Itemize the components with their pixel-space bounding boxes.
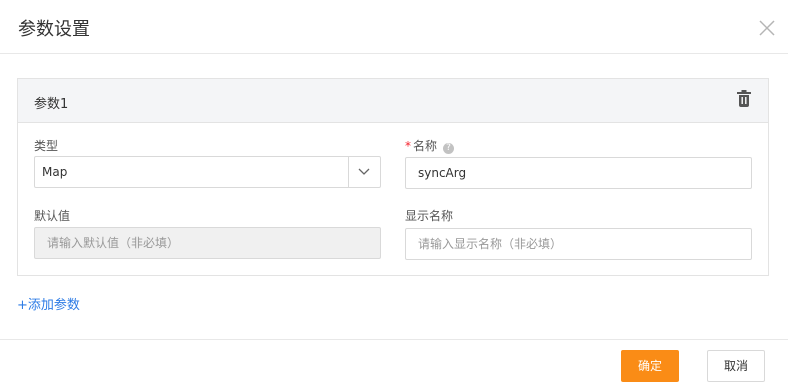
name-label-row: * 名称? xyxy=(405,137,455,154)
type-select[interactable]: Map xyxy=(34,156,381,188)
dialog-header: 参数设置 xyxy=(0,0,788,54)
chevron-down-icon[interactable] xyxy=(348,157,380,187)
required-mark: * xyxy=(405,139,411,153)
footer-divider xyxy=(0,339,788,340)
param-settings-dialog: 参数设置 参数1 类型 Map * 名称 ? syncArg 默认值 请输入默认… xyxy=(0,0,788,391)
dialog-title: 参数设置 xyxy=(18,19,90,40)
display-name-label: 显示名称 xyxy=(405,209,454,223)
default-value-label: 默认值 xyxy=(34,209,71,223)
display-name-input[interactable] xyxy=(405,228,752,260)
param-panel-header: 参数1 xyxy=(18,79,768,123)
close-icon[interactable] xyxy=(758,19,776,37)
default-value-input[interactable] xyxy=(34,227,381,259)
name-label: 名称 xyxy=(413,139,438,153)
add-param-link[interactable]: +添加参数 xyxy=(17,294,80,313)
cancel-button[interactable]: 取消 xyxy=(707,350,765,382)
name-input[interactable] xyxy=(405,157,752,189)
type-select-value: Map xyxy=(42,165,68,179)
trash-icon[interactable] xyxy=(736,90,752,108)
param-panel: 参数1 类型 Map *名称? 默 xyxy=(17,78,769,276)
ok-button[interactable]: 确定 xyxy=(621,350,679,382)
type-label: 类型 xyxy=(34,139,59,153)
param-title: 参数1 xyxy=(34,97,69,112)
help-icon[interactable]: ? xyxy=(443,143,455,154)
